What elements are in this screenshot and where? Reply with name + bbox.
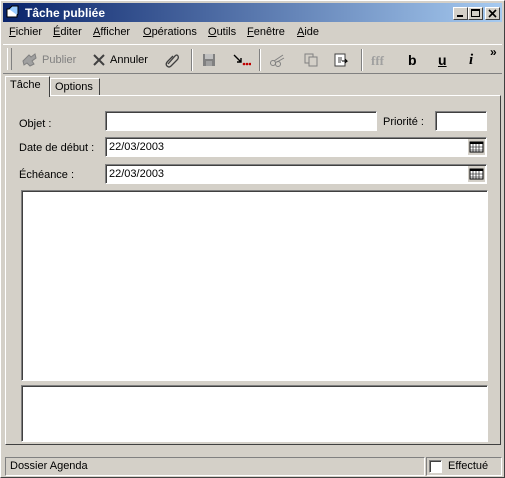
menu-fichier[interactable]: Fichier xyxy=(9,26,42,38)
priority-label: Priorité : xyxy=(383,116,424,128)
done-checkbox[interactable] xyxy=(429,460,442,473)
status-done: Effectué xyxy=(426,457,502,476)
menu-editer[interactable]: Éditer xyxy=(53,26,82,38)
toolbar: Publier Annuler fff b u i » xyxy=(3,44,502,74)
publish-label: Publier xyxy=(42,54,77,66)
copy-button[interactable] xyxy=(303,49,319,71)
tab-task[interactable]: Tâche xyxy=(5,76,50,97)
title-bar: Tâche publiée xyxy=(3,3,502,22)
menu-outils[interactable]: Outils xyxy=(208,26,236,38)
menu-bar: Fichier Éditer Afficher Opérations Outil… xyxy=(3,24,502,42)
window-title: Tâche publiée xyxy=(25,6,106,20)
paste-button[interactable] xyxy=(333,49,349,71)
publish-button[interactable]: Publier xyxy=(21,49,76,71)
notes-textarea[interactable] xyxy=(21,385,488,442)
calendar-icon xyxy=(469,168,484,180)
cancel-label: Annuler xyxy=(110,54,148,66)
cut-button[interactable] xyxy=(269,49,287,71)
menu-aide[interactable]: Aide xyxy=(297,26,319,38)
toolbar-separator xyxy=(191,49,193,71)
due-date-value: 22/03/2003 xyxy=(109,168,165,180)
toolbar-separator xyxy=(259,49,261,71)
attach-button[interactable] xyxy=(163,49,181,71)
status-folder: Dossier Agenda xyxy=(5,457,425,476)
scissors-icon xyxy=(270,54,285,67)
underline-icon: u xyxy=(438,52,447,68)
close-button[interactable] xyxy=(485,7,500,20)
svg-text:fff: fff xyxy=(371,53,385,68)
bold-button[interactable]: b xyxy=(408,49,417,71)
dropdown-tool-button[interactable] xyxy=(231,49,251,71)
bold-icon: b xyxy=(408,52,417,68)
priority-input[interactable] xyxy=(435,111,487,131)
maximize-button[interactable] xyxy=(468,7,483,20)
toolbar-grip[interactable] xyxy=(7,48,12,70)
save-disk-icon xyxy=(203,54,215,66)
menu-operations[interactable]: Opérations xyxy=(143,26,197,38)
calendar-icon xyxy=(469,141,484,153)
start-date-calendar-button[interactable] xyxy=(468,139,485,155)
due-date-field[interactable]: 22/03/2003 xyxy=(105,164,487,184)
toolbar-overflow-chevron[interactable]: » xyxy=(490,45,497,59)
task-window: Tâche publiée Fichier Éditer Afficher Op… xyxy=(0,0,505,478)
underline-button[interactable]: u xyxy=(438,49,447,71)
subject-label: Objet : xyxy=(19,118,52,130)
toolbar-separator xyxy=(361,49,363,71)
cancel-icon xyxy=(93,54,105,66)
italic-icon: i xyxy=(469,51,474,68)
start-date-value: 22/03/2003 xyxy=(109,141,165,153)
start-date-field[interactable]: 22/03/2003 xyxy=(105,137,487,157)
subject-input[interactable] xyxy=(105,111,377,131)
close-icon xyxy=(488,9,497,18)
menu-afficher[interactable]: Afficher xyxy=(93,26,130,38)
done-label: Effectué xyxy=(448,460,489,472)
due-date-calendar-button[interactable] xyxy=(468,166,485,182)
copy-icon xyxy=(304,53,318,67)
save-button[interactable] xyxy=(201,49,217,71)
due-date-label: Échéance : xyxy=(19,169,75,181)
publish-icon xyxy=(22,53,37,67)
minimize-icon xyxy=(457,15,463,17)
start-date-label: Date de début : xyxy=(19,142,95,154)
status-folder-label: Dossier Agenda xyxy=(10,460,88,472)
tab-options-label: Options xyxy=(55,81,93,93)
description-textarea[interactable] xyxy=(21,190,488,381)
paperclip-icon xyxy=(165,54,179,68)
font-button[interactable]: fff xyxy=(371,49,391,71)
font-icon: fff xyxy=(371,53,385,68)
cancel-button[interactable]: Annuler xyxy=(91,49,148,71)
minimize-button[interactable] xyxy=(453,7,468,20)
maximize-icon xyxy=(471,9,480,17)
menu-fenetre[interactable]: Fenêtre xyxy=(247,26,285,38)
task-app-icon xyxy=(6,5,19,18)
tab-task-label: Tâche xyxy=(10,79,41,91)
paste-icon xyxy=(334,53,349,67)
italic-button[interactable]: i xyxy=(469,49,473,71)
tab-options[interactable]: Options xyxy=(50,78,100,96)
arrow-down-right-icon xyxy=(233,54,251,66)
